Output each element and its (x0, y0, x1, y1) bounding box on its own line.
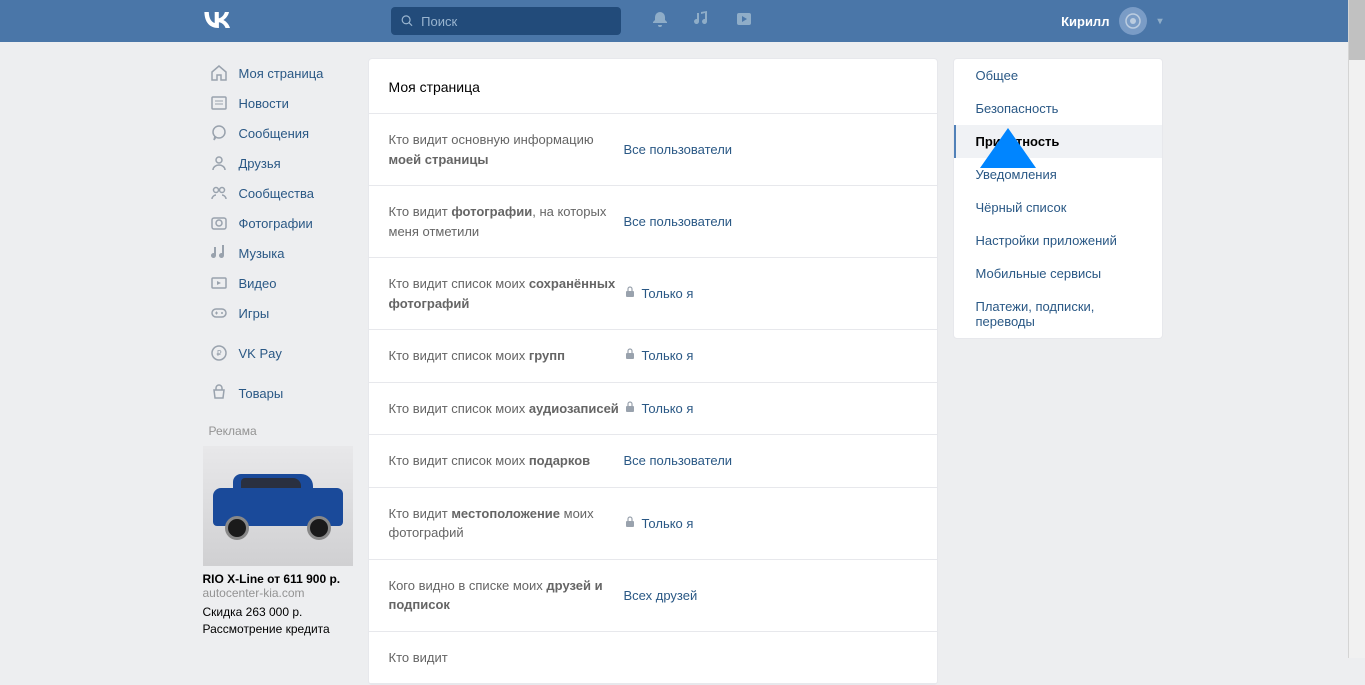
video-icon[interactable] (735, 10, 753, 33)
user-name: Кирилл (1061, 14, 1109, 29)
notifications-icon[interactable] (651, 10, 669, 33)
sidebar-item-label: Видео (239, 276, 277, 291)
setting-row: Кто видит список моих сохранённых фотогр… (369, 258, 937, 330)
sidebar-item-home[interactable]: Моя страница (203, 58, 353, 88)
settings-nav-item[interactable]: Чёрный список (954, 191, 1162, 224)
svg-text:₽: ₽ (216, 349, 221, 358)
setting-label: Кто видит местоположение моих фотографий (389, 504, 624, 543)
header: Кирилл ▾ (0, 0, 1365, 42)
setting-label: Кто видит список моих сохранённых фотогр… (389, 274, 624, 313)
sidebar-item-label: Моя страница (239, 66, 324, 81)
sidebar-item-news[interactable]: Новости (203, 88, 353, 118)
sidebar-item-market[interactable]: Товары (203, 378, 353, 408)
sidebar-item-friends[interactable]: Друзья (203, 148, 353, 178)
settings-nav-item[interactable]: Настройки приложений (954, 224, 1162, 257)
settings-nav-item[interactable]: Платежи, подписки, переводы (954, 290, 1162, 338)
search-icon (401, 14, 414, 28)
lock-icon (624, 401, 636, 416)
search-input[interactable] (421, 14, 610, 29)
setting-row: Кто видит фотографии, на которых меня от… (369, 186, 937, 258)
sidebar-item-label: VK Pay (239, 346, 282, 361)
market-icon (209, 383, 229, 403)
setting-row: Кто видит список моих подарковВсе пользо… (369, 435, 937, 488)
setting-label: Кто видит (389, 648, 624, 668)
sidebar-item-label: Новости (239, 96, 289, 111)
games-icon (209, 303, 229, 323)
sidebar-item-games[interactable]: Игры (203, 298, 353, 328)
setting-value[interactable]: Только я (624, 399, 694, 419)
lock-icon (624, 286, 636, 301)
ad-domain: autocenter-kia.com (203, 586, 353, 604)
home-icon (209, 63, 229, 83)
sidebar-item-vkpay[interactable]: ₽ VK Pay (203, 338, 353, 368)
setting-label: Кто видит список моих подарков (389, 451, 624, 471)
setting-row: Кто видит список моих группТолько я (369, 330, 937, 383)
sidebar-item-communities[interactable]: Сообщества (203, 178, 353, 208)
setting-row: Кто видит основную информацию моей стран… (369, 114, 937, 186)
settings-nav-item[interactable]: Приватность (954, 125, 1162, 158)
ad-block[interactable]: RIO X-Line от 611 900 р. autocenter-kia.… (203, 446, 353, 638)
setting-value[interactable]: Только я (624, 346, 694, 366)
setting-row: Кто видит местоположение моих фотографий… (369, 488, 937, 560)
setting-label: Кто видит список моих групп (389, 346, 624, 366)
page-title: Моя страница (369, 59, 937, 114)
sidebar-item-photos[interactable]: Фотографии (203, 208, 353, 238)
photos-icon (209, 213, 229, 233)
sidebar-item-label: Игры (239, 306, 270, 321)
setting-row: Кого видно в списке моих друзей и подпис… (369, 560, 937, 632)
vk-logo[interactable] (203, 8, 231, 34)
sidebar-item-video[interactable]: Видео (203, 268, 353, 298)
ad-image (203, 446, 353, 566)
sidebar: Моя страница Новости Сообщения Друзья Сообще… (203, 58, 353, 685)
sidebar-item-label: Фотографии (239, 216, 313, 231)
search-box[interactable] (391, 7, 621, 35)
setting-label: Кто видит список моих аудиозаписей (389, 399, 624, 419)
sidebar-item-messages[interactable]: Сообщения (203, 118, 353, 148)
messages-icon (209, 123, 229, 143)
communities-icon (209, 183, 229, 203)
setting-row: Кто видит список моих аудиозаписейТолько… (369, 383, 937, 436)
sidebar-item-label: Друзья (239, 156, 281, 171)
setting-value[interactable]: Только я (624, 504, 694, 543)
ad-text-2: Рассмотрение кредита (203, 621, 353, 638)
sidebar-item-label: Сообщения (239, 126, 310, 141)
sidebar-item-label: Сообщества (239, 186, 315, 201)
setting-label: Кого видно в списке моих друзей и подпис… (389, 576, 624, 615)
settings-nav-item[interactable]: Общее (954, 59, 1162, 92)
main-content: Моя страница Кто видит основную информац… (368, 58, 938, 685)
chevron-down-icon: ▾ (1157, 16, 1162, 27)
sidebar-item-label: Товары (239, 386, 284, 401)
music-icon (209, 243, 229, 263)
lock-icon (624, 516, 636, 531)
lock-icon (624, 348, 636, 363)
setting-value[interactable]: Все пользователи (624, 130, 733, 169)
news-icon (209, 93, 229, 113)
pay-icon: ₽ (209, 343, 229, 363)
ad-label: Реклама (209, 424, 353, 438)
user-menu[interactable]: Кирилл ▾ (1061, 7, 1162, 35)
setting-value[interactable]: Всех друзей (624, 576, 698, 615)
setting-value[interactable]: Только я (624, 274, 694, 313)
settings-nav-item[interactable]: Безопасность (954, 92, 1162, 125)
ad-text-1: Скидка 263 000 р. (203, 604, 353, 621)
settings-nav-item[interactable]: Уведомления (954, 158, 1162, 191)
music-icon[interactable] (693, 10, 711, 33)
scrollbar-thumb[interactable] (1349, 0, 1365, 60)
settings-nav: ОбщееБезопасностьПриватностьУведомленияЧ… (953, 58, 1163, 339)
video-icon (209, 273, 229, 293)
avatar (1119, 7, 1147, 35)
settings-nav-item[interactable]: Мобильные сервисы (954, 257, 1162, 290)
friends-icon (209, 153, 229, 173)
setting-value[interactable]: Все пользователи (624, 202, 733, 241)
setting-label: Кто видит основную информацию моей стран… (389, 130, 624, 169)
setting-label: Кто видит фотографии, на которых меня от… (389, 202, 624, 241)
ad-title: RIO X-Line от 611 900 р. (203, 566, 353, 586)
setting-value[interactable]: Все пользователи (624, 451, 733, 471)
sidebar-item-label: Музыка (239, 246, 285, 261)
scrollbar[interactable] (1348, 0, 1365, 658)
sidebar-item-music[interactable]: Музыка (203, 238, 353, 268)
